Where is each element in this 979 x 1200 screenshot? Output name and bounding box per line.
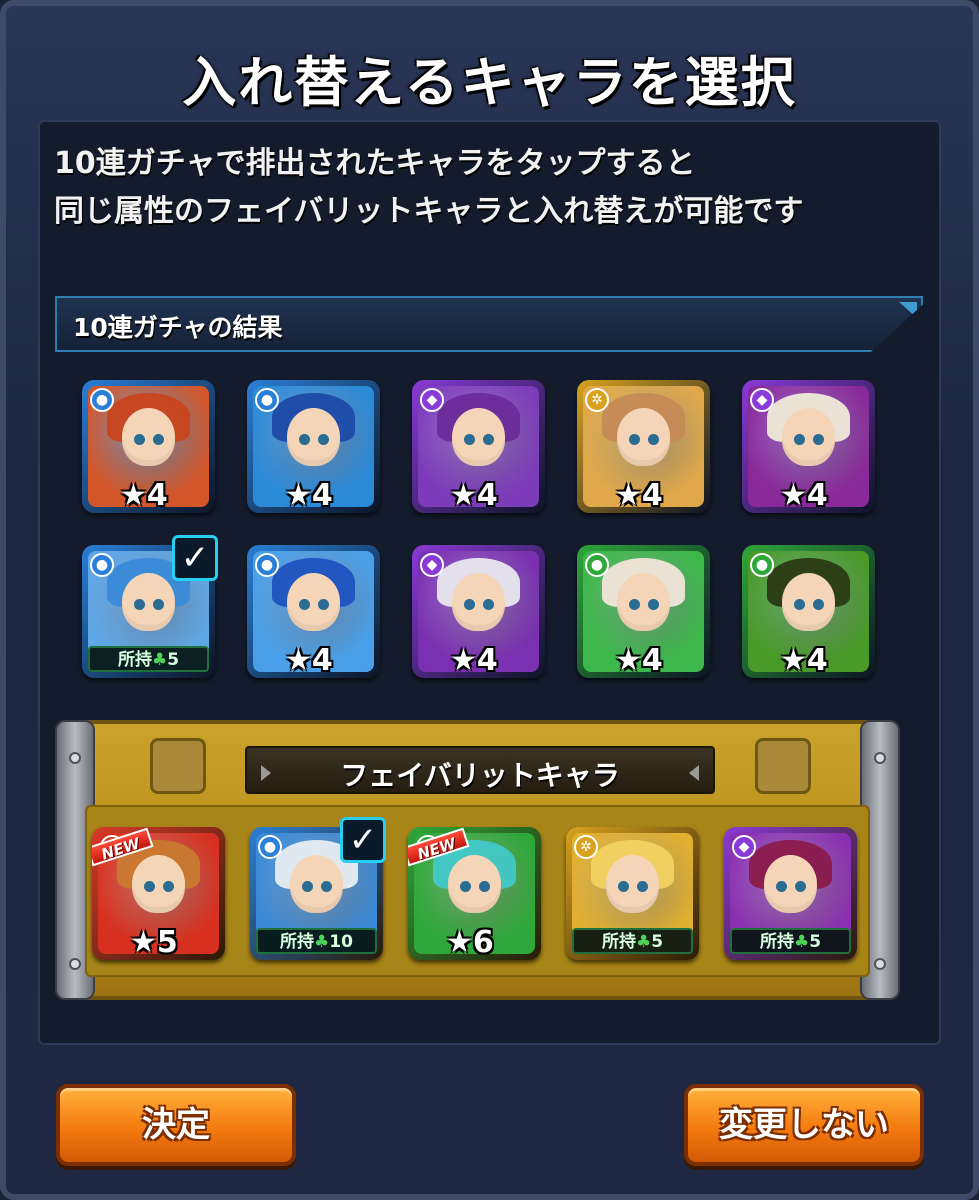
owned-label: 所持 — [117, 650, 152, 670]
character-3-card[interactable]: ◆ ★4 — [412, 380, 545, 513]
clover-icon: ♣ — [151, 650, 168, 670]
selected-check-icon[interactable]: ✓ — [172, 535, 218, 581]
water-attribute-icon: ● — [90, 553, 114, 577]
triangle-left-icon — [689, 765, 699, 781]
rarity-stars: ★4 — [450, 478, 498, 513]
character-2-card[interactable]: ● ★4 — [247, 380, 380, 513]
wood-attribute-icon: ● — [750, 553, 774, 577]
favorite-4-card[interactable]: ✲ 所持♣5 — [566, 827, 699, 960]
light-attribute-icon: ✲ — [574, 835, 598, 859]
dark-attribute-icon: ◆ — [732, 835, 756, 859]
clover-icon: ♣ — [793, 932, 810, 952]
character-face — [131, 854, 186, 913]
character-9-card[interactable]: ● ★4 — [577, 545, 710, 678]
character-4-card[interactable]: ✲ ★4 — [577, 380, 710, 513]
character-face — [447, 854, 502, 913]
character-face — [781, 407, 836, 466]
character-5-card[interactable]: ◆ ★4 — [742, 380, 875, 513]
description-line-2: 同じ属性のフェイバリットキャラと入れ替えが可能です — [54, 194, 804, 229]
wood-attribute-icon: ● — [585, 553, 609, 577]
character-8-card[interactable]: ◆ ★4 — [412, 545, 545, 678]
character-face — [121, 407, 176, 466]
favorite-5-card[interactable]: ◆ 所持♣5 — [724, 827, 857, 960]
empty-slot-left — [150, 738, 206, 794]
character-face — [616, 407, 671, 466]
rarity-stars: ★4 — [285, 643, 333, 678]
rarity-stars: ★4 — [285, 478, 333, 513]
rarity-stars: ★6 — [446, 925, 494, 960]
selected-check-icon[interactable]: ✓ — [340, 817, 386, 863]
character-face — [121, 572, 176, 631]
owned-count: 10 — [329, 932, 353, 952]
bolt-icon — [69, 752, 81, 764]
owned-count: 5 — [651, 932, 664, 952]
dialog-title: 入れ替えるキャラを選択 — [182, 51, 797, 114]
rarity-stars: ★4 — [615, 478, 663, 513]
favorite-header: フェイバリットキャラ — [245, 746, 715, 794]
dark-attribute-icon: ◆ — [750, 388, 774, 412]
character-face — [763, 854, 818, 913]
no-change-button[interactable]: 変更しない — [684, 1084, 924, 1166]
dark-attribute-icon: ◆ — [420, 388, 444, 412]
owned-count-badge: 所持♣5 — [730, 928, 851, 954]
rarity-stars: ★4 — [780, 478, 828, 513]
clover-icon: ♣ — [314, 932, 330, 952]
rarity-stars: ★4 — [120, 478, 168, 513]
favorite-3-card[interactable]: ●★6NEW — [408, 827, 541, 960]
water-attribute-icon: ● — [90, 388, 114, 412]
character-face — [605, 854, 660, 913]
character-face — [616, 572, 671, 631]
rarity-stars: ★4 — [615, 643, 663, 678]
water-attribute-icon: ● — [258, 835, 282, 859]
clover-icon: ♣ — [635, 932, 652, 952]
owned-label: 所持 — [280, 932, 315, 952]
gacha-results-label: 10連ガチャの結果 — [73, 313, 283, 342]
character-face — [451, 572, 506, 631]
character-face — [286, 407, 341, 466]
rarity-stars: ★4 — [780, 643, 828, 678]
bolt-icon — [874, 958, 886, 970]
owned-label: 所持 — [759, 932, 794, 952]
character-face — [781, 572, 836, 631]
character-face — [286, 572, 341, 631]
water-attribute-icon: ● — [255, 553, 279, 577]
description-line-1: 10連ガチャで排出されたキャラをタップすると — [54, 146, 696, 181]
character-7-card[interactable]: ● ★4 — [247, 545, 380, 678]
dark-attribute-icon: ◆ — [420, 553, 444, 577]
owned-count-badge: 所持♣10 — [256, 928, 377, 954]
description-text: 10連ガチャで排出されたキャラをタップすると 同じ属性のフェイバリットキャラと入… — [54, 140, 934, 236]
confirm-button[interactable]: 決定 — [56, 1084, 296, 1166]
gacha-results-header: 10連ガチャの結果 — [55, 296, 923, 352]
light-attribute-icon: ✲ — [585, 388, 609, 412]
water-attribute-icon: ● — [255, 388, 279, 412]
owned-count-badge: 所持♣5 — [572, 928, 693, 954]
owned-count: 5 — [167, 650, 180, 670]
character-10-card[interactable]: ● ★4 — [742, 545, 875, 678]
empty-slot-right — [755, 738, 811, 794]
owned-label: 所持 — [601, 932, 636, 952]
character-1-card[interactable]: ● ★4 — [82, 380, 215, 513]
owned-count: 5 — [809, 932, 822, 952]
rarity-stars: ★4 — [450, 643, 498, 678]
bolt-icon — [874, 752, 886, 764]
bolt-icon — [69, 958, 81, 970]
favorite-1-card[interactable]: ●★5NEW — [92, 827, 225, 960]
character-face — [289, 854, 344, 913]
owned-count-badge: 所持♣5 — [88, 646, 209, 672]
favorite-label: フェイバリットキャラ — [340, 759, 620, 792]
character-face — [451, 407, 506, 466]
rarity-stars: ★5 — [130, 925, 178, 960]
